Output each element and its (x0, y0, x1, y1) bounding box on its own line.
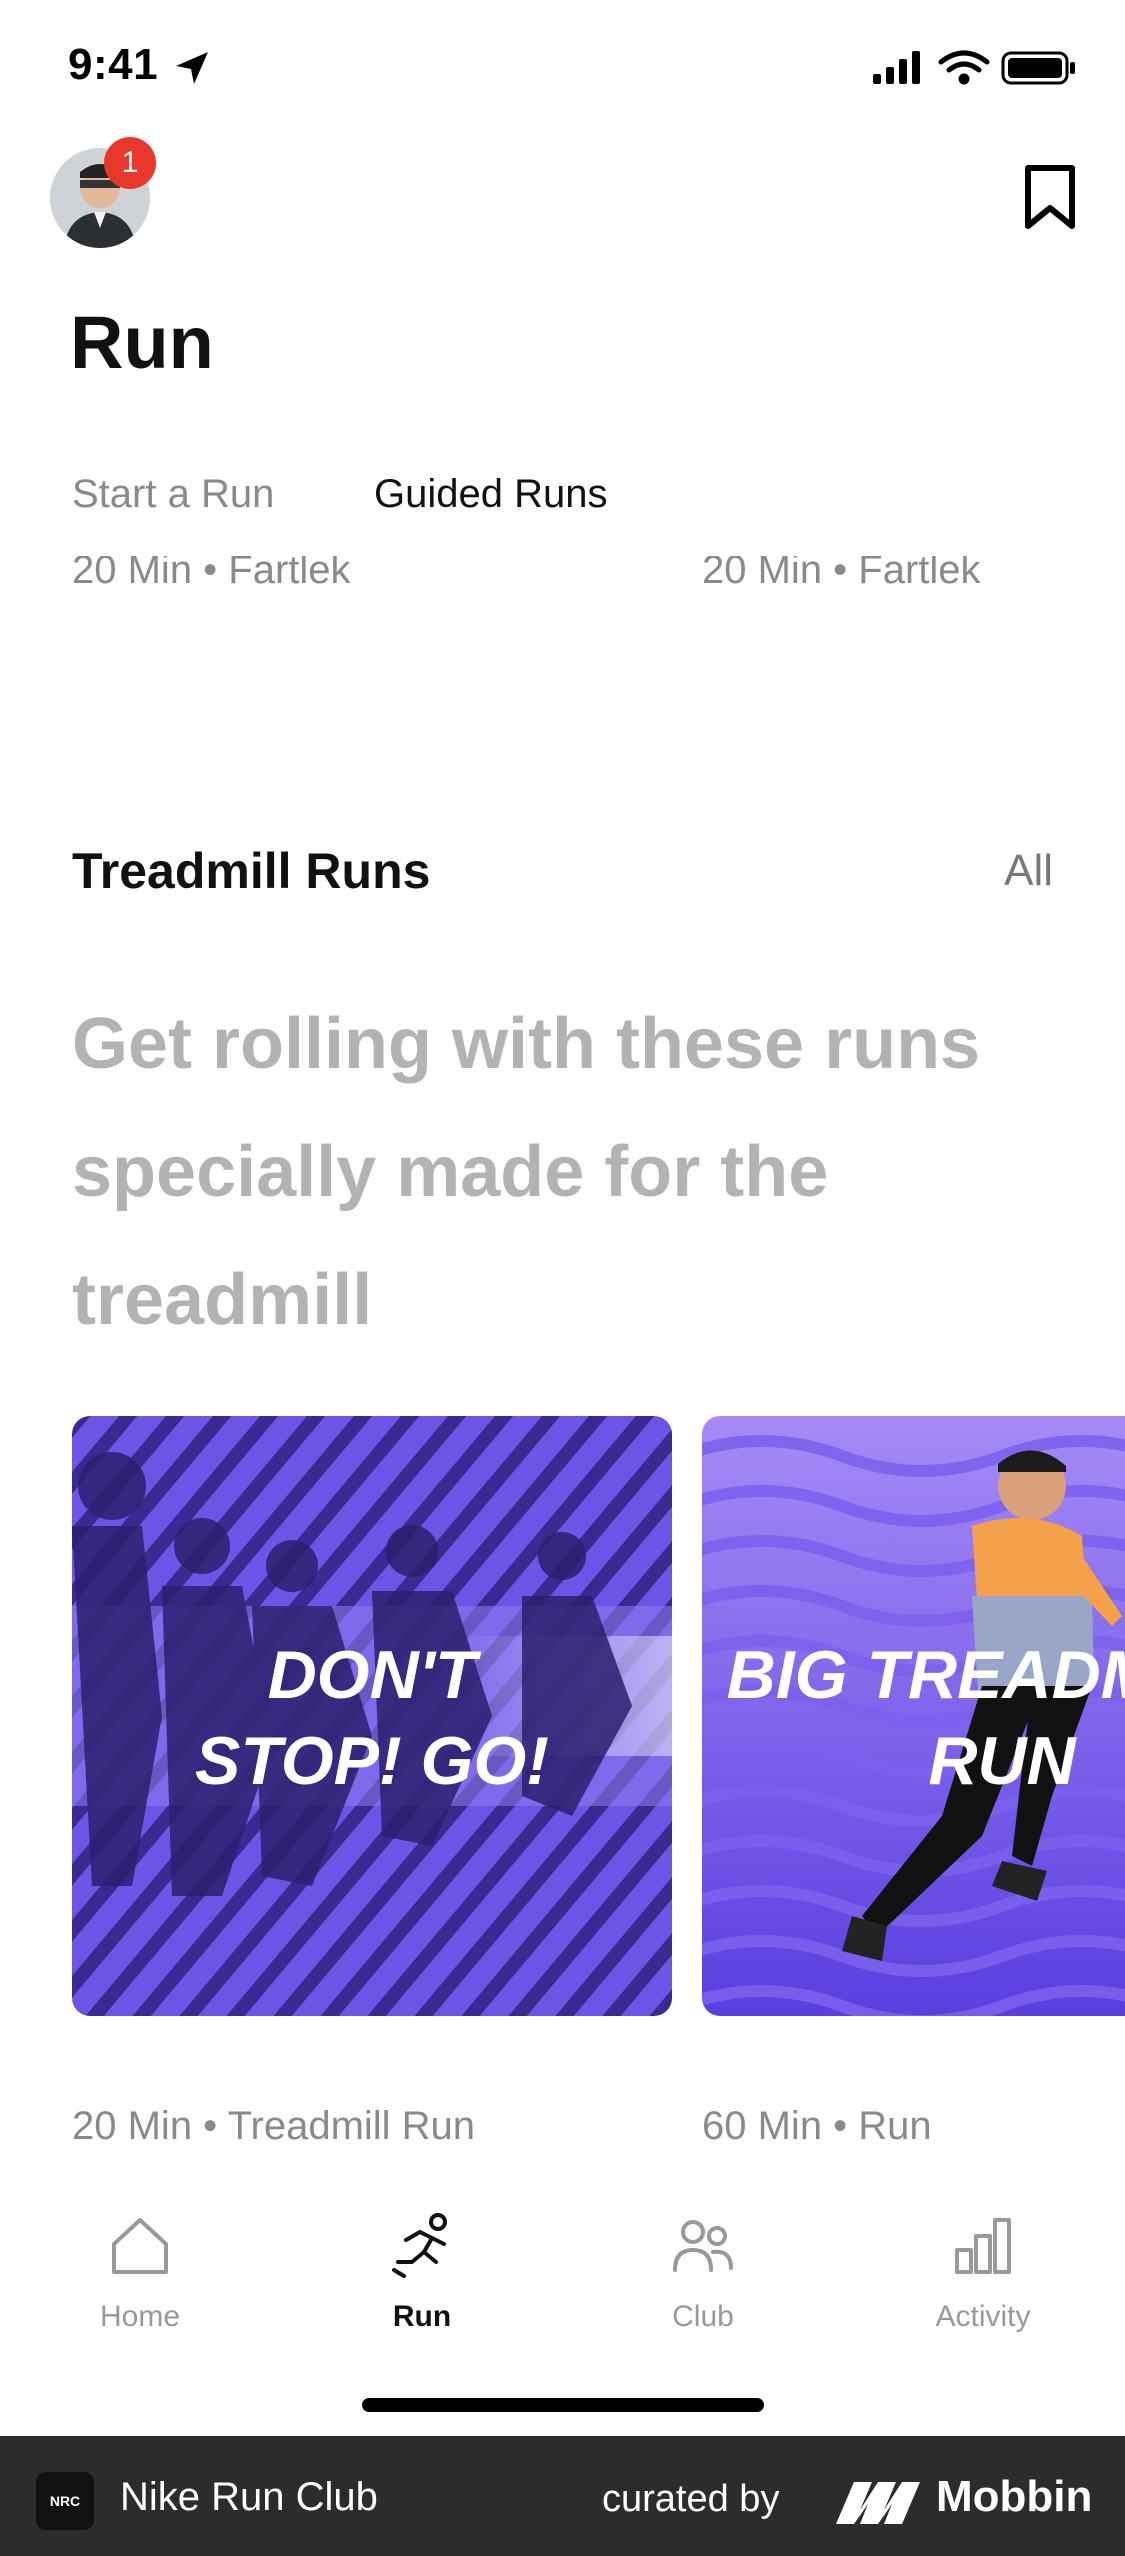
section-title: Treadmill Runs (72, 843, 431, 899)
home-icon (112, 2218, 168, 2274)
tabbar-item-run[interactable]: Run (337, 2210, 507, 2340)
wifi-icon (938, 50, 990, 85)
guided-run-card-big-treadmill-run[interactable]: BIG TREADM RUN (702, 1416, 1125, 2016)
previous-card-meta-text: 20 Min • Fartlek (702, 556, 981, 592)
card-meta: 20 Min • Treadmill Run (72, 2104, 476, 2148)
tabbar-item-home[interactable]: Home (55, 2210, 225, 2340)
tab-guided-runs[interactable]: Guided Runs (374, 472, 607, 517)
battery-icon (1001, 51, 1075, 85)
card-artwork: BIG TREADM RUN (702, 1416, 1125, 2016)
tab-start-a-run[interactable]: Start a Run (72, 472, 274, 517)
tabbar-label: Home (99, 2300, 181, 2333)
status-indicators (873, 50, 1075, 85)
previous-card-meta-text: 20 Min • Fartlek (72, 556, 351, 592)
bookmark-icon[interactable] (1022, 164, 1078, 230)
card-artwork: DON'T STOP! GO! (72, 1416, 672, 2016)
tabbar-item-activity[interactable]: Activity (898, 2210, 1068, 2340)
mobbin-logo-icon (836, 2482, 920, 2524)
app-icon: NRC (36, 2472, 94, 2530)
previous-card-meta: 20 Min • Fartlek (72, 556, 632, 600)
tabbar-item-club[interactable]: Club (618, 2210, 788, 2340)
signal-icon (873, 51, 920, 84)
footer-brand: Mobbin (936, 2472, 1093, 2521)
card-title-line: STOP! GO! (195, 1723, 549, 1799)
location-arrow-icon (176, 52, 208, 84)
card-title-line: BIG TREADM (727, 1637, 1125, 1713)
tabbar-label: Run (392, 2300, 452, 2333)
status-time: 9:41 (68, 40, 159, 89)
previous-card-meta: 20 Min • Fartlek (702, 556, 1122, 600)
footer-app-name: Nike Run Club (120, 2475, 378, 2519)
tabbar-label: Club (672, 2300, 734, 2333)
home-indicator (362, 2398, 764, 2412)
runner-icon (392, 2213, 447, 2278)
tabbar-label: Activity (935, 2300, 1031, 2333)
people-icon (673, 2220, 733, 2272)
bar-chart-icon (955, 2218, 1011, 2274)
guided-run-card-dont-stop-go[interactable]: DON'T STOP! GO! (72, 1416, 672, 2016)
section-description: Get rolling with these runs specially ma… (72, 1004, 981, 1340)
see-all-link[interactable]: All (1004, 846, 1053, 896)
notification-badge: 1 (104, 137, 156, 189)
card-title-line: RUN (928, 1723, 1077, 1799)
card-title-line: DON'T (268, 1637, 482, 1713)
card-meta: 60 Min • Run (702, 2104, 932, 2148)
page-title: Run (70, 301, 214, 384)
footer-curated-by: curated by (602, 2478, 780, 2520)
